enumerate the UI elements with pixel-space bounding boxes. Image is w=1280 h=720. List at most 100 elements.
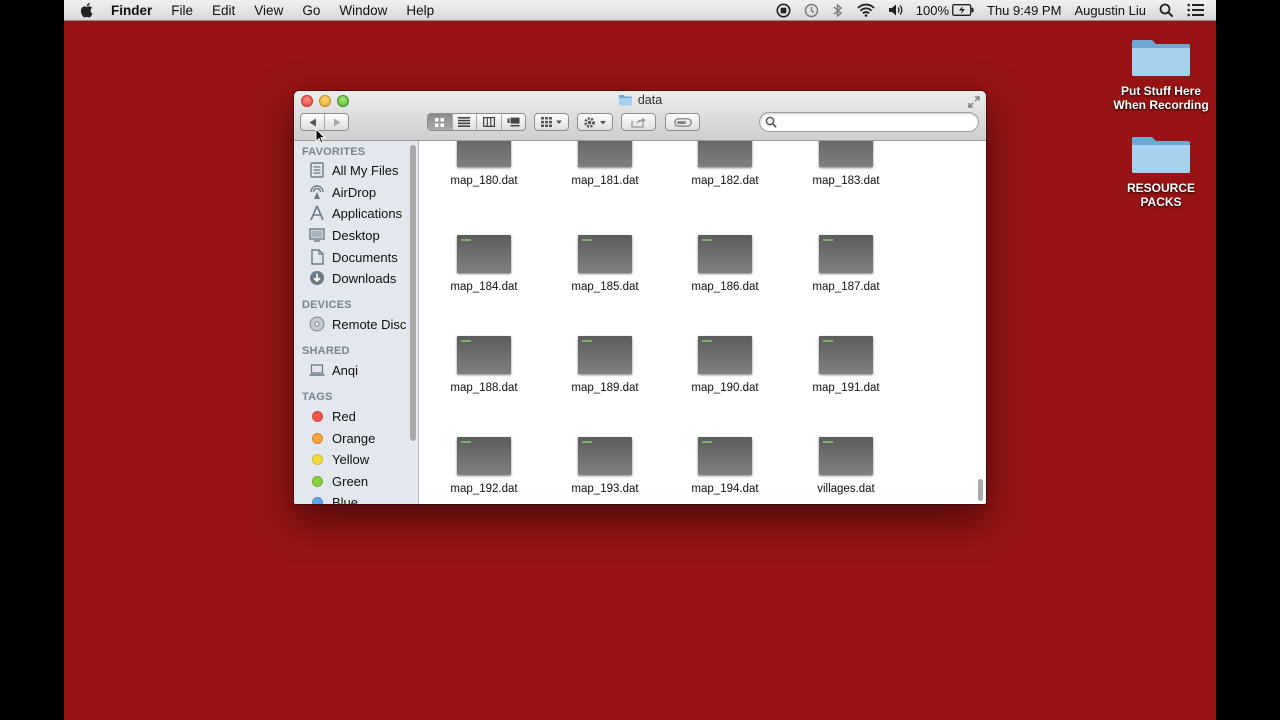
notification-center-icon[interactable] xyxy=(1187,3,1204,17)
menu-go[interactable]: Go xyxy=(302,3,320,18)
menu-app-finder[interactable]: Finder xyxy=(111,3,152,18)
laptop-icon xyxy=(308,361,326,379)
documents-icon xyxy=(308,248,326,266)
icon-view-button[interactable] xyxy=(428,114,453,130)
tag-dot-icon xyxy=(312,432,323,444)
file-item[interactable]: map_194.dat xyxy=(665,437,785,495)
desktop-folder-resource-packs[interactable]: RESOURCE PACKS xyxy=(1101,131,1216,209)
desktop-folder-label: RESOURCE PACKS xyxy=(1126,181,1195,209)
sidebar-item-documents[interactable]: Documents xyxy=(308,247,398,267)
arrange-button[interactable] xyxy=(534,113,569,131)
sidebar-tag-blue[interactable]: Blue xyxy=(308,492,358,504)
content-scrollbar[interactable] xyxy=(978,479,983,501)
sidebar-header-tags: TAGS xyxy=(302,391,333,403)
file-item[interactable]: map_187.dat xyxy=(786,235,906,293)
spotlight-icon[interactable] xyxy=(1159,3,1174,18)
bluetooth-icon[interactable] xyxy=(832,2,844,18)
file-name: map_183.dat xyxy=(812,175,880,187)
tags-button[interactable] xyxy=(665,113,700,131)
menu-user[interactable]: Augustin Liu xyxy=(1074,3,1146,18)
window-title: data xyxy=(294,93,986,107)
file-item[interactable]: map_193.dat xyxy=(545,437,665,495)
time-machine-icon[interactable] xyxy=(804,3,819,18)
recording-icon[interactable] xyxy=(776,3,791,18)
sidebar-item-label: Downloads xyxy=(332,270,397,286)
file-item[interactable]: villages.dat xyxy=(786,437,906,495)
file-name: map_194.dat xyxy=(691,483,759,495)
file-item[interactable]: map_191.dat xyxy=(786,336,906,394)
file-item[interactable]: map_192.dat xyxy=(424,437,544,495)
list-view-button[interactable] xyxy=(453,114,477,130)
file-item[interactable]: map_185.dat xyxy=(545,235,665,293)
sidebar-item-downloads[interactable]: Downloads xyxy=(308,268,396,288)
fullscreen-icon[interactable] xyxy=(968,96,980,108)
sidebar-tag-yellow[interactable]: Yellow xyxy=(308,449,369,469)
apple-icon[interactable] xyxy=(80,2,95,18)
file-item[interactable]: map_184.dat xyxy=(424,235,544,293)
wifi-icon[interactable] xyxy=(857,3,875,17)
back-icon xyxy=(309,118,316,126)
sidebar-scrollbar[interactable] xyxy=(410,145,416,441)
menu-help[interactable]: Help xyxy=(406,3,434,18)
menu-edit[interactable]: Edit xyxy=(212,3,235,18)
battery-icon[interactable] xyxy=(952,4,974,16)
folder-icon xyxy=(618,95,632,106)
sidebar-header-favorites: FAVORITES xyxy=(302,146,366,158)
forward-icon xyxy=(333,118,341,126)
sidebar-tag-green[interactable]: Green xyxy=(308,471,368,491)
file-name: map_188.dat xyxy=(450,382,518,394)
file-name: map_182.dat xyxy=(691,175,759,187)
dat-file-icon xyxy=(578,141,632,167)
search-icon xyxy=(765,116,777,128)
downloads-icon xyxy=(308,269,326,287)
sidebar-tag-orange[interactable]: Orange xyxy=(308,428,375,448)
sidebar-item-remote-disc[interactable]: Remote Disc xyxy=(308,314,406,334)
dat-file-icon xyxy=(457,235,511,273)
sidebar-item-airdrop[interactable]: AirDrop xyxy=(308,182,376,202)
arrange-icon xyxy=(540,117,562,127)
list-view-icon xyxy=(458,117,471,127)
tags-icon xyxy=(673,117,692,127)
column-view-button[interactable] xyxy=(477,114,502,130)
file-item[interactable]: map_186.dat xyxy=(665,235,785,293)
title-bar[interactable]: data xyxy=(294,91,986,141)
file-item[interactable]: map_183.dat xyxy=(786,141,906,187)
menu-clock[interactable]: Thu 9:49 PM xyxy=(987,3,1061,18)
search-field[interactable] xyxy=(759,112,979,132)
file-item[interactable]: map_190.dat xyxy=(665,336,785,394)
sidebar-tag-red[interactable]: Red xyxy=(308,406,356,426)
search-input[interactable] xyxy=(780,114,974,131)
desktop-icon xyxy=(308,226,326,244)
action-gear-icon xyxy=(584,116,606,128)
file-item[interactable]: map_188.dat xyxy=(424,336,544,394)
file-name: map_180.dat xyxy=(450,175,518,187)
menu-window[interactable]: Window xyxy=(339,3,387,18)
sidebar-item-label: Green xyxy=(332,473,369,489)
share-button[interactable] xyxy=(621,113,656,131)
menu-file[interactable]: File xyxy=(171,3,193,18)
tag-dot-icon xyxy=(312,453,323,465)
sidebar-item-label: All My Files xyxy=(332,162,399,178)
sidebar-item-label: Anqi xyxy=(332,362,359,378)
desktop-folder-put-stuff-here[interactable]: Put Stuff Here When Recording xyxy=(1101,34,1216,112)
sidebar-item-label: AirDrop xyxy=(332,184,377,200)
battery-percent[interactable]: 100% xyxy=(916,3,949,18)
action-button[interactable] xyxy=(577,113,613,131)
sidebar-item-desktop[interactable]: Desktop xyxy=(308,225,380,245)
volume-icon[interactable] xyxy=(888,3,903,17)
file-item[interactable]: map_189.dat xyxy=(545,336,665,394)
sidebar-item-label: Red xyxy=(332,408,356,424)
menu-view[interactable]: View xyxy=(254,3,283,18)
sidebar-item-anqi[interactable]: Anqi xyxy=(308,360,358,380)
cover-flow-button[interactable] xyxy=(502,114,526,130)
dat-file-icon xyxy=(819,437,873,475)
file-item[interactable]: map_181.dat xyxy=(545,141,665,187)
view-mode-buttons xyxy=(427,113,526,131)
file-item[interactable]: map_182.dat xyxy=(665,141,785,187)
forward-button[interactable] xyxy=(325,114,348,130)
dat-file-icon xyxy=(457,141,511,167)
sidebar-item-all-my-files[interactable]: All My Files xyxy=(308,160,398,180)
desktop-folder-label: Put Stuff Here When Recording xyxy=(1113,84,1209,112)
file-item[interactable]: map_180.dat xyxy=(424,141,544,187)
sidebar-item-applications[interactable]: Applications xyxy=(308,203,402,223)
